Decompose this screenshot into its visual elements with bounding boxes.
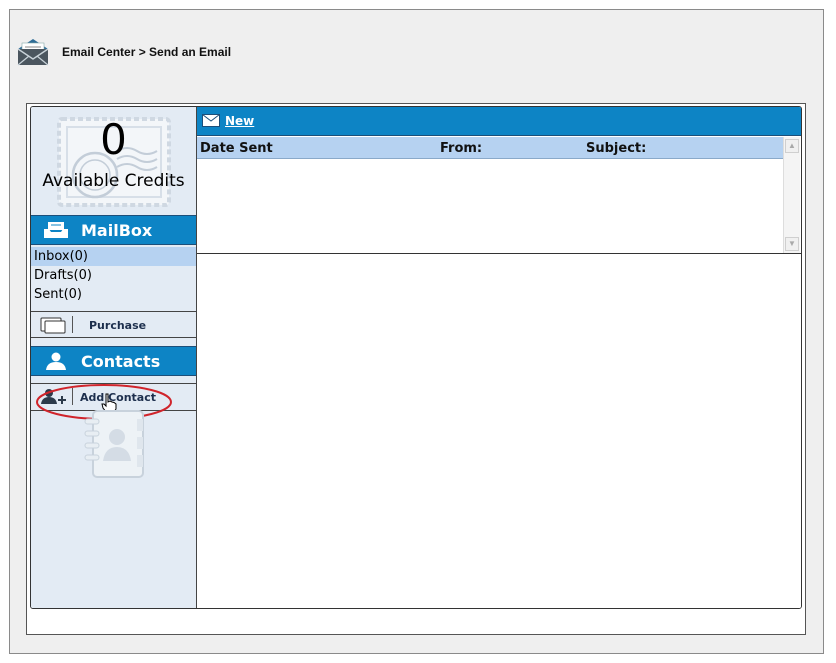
address-book-icon	[84, 410, 144, 478]
purchase-row[interactable]: Purchase	[31, 311, 196, 338]
inbox-tray-icon	[44, 222, 68, 238]
contacts-header: Contacts	[31, 346, 196, 376]
scroll-up-icon[interactable]: ▲	[785, 139, 799, 153]
envelope-icon[interactable]	[202, 114, 220, 127]
mailbox-header: MailBox	[31, 215, 196, 245]
credits-label: Available Credits	[42, 171, 185, 191]
contacts-title: Contacts	[81, 352, 161, 371]
email-list: Date Sent From: Subject: ▲ ▼	[197, 137, 801, 254]
message-preview-pane	[197, 254, 801, 608]
column-subject[interactable]: Subject:	[586, 141, 646, 156]
mailbox-item-inbox[interactable]: Inbox(0)	[31, 247, 196, 266]
column-date-sent[interactable]: Date Sent	[200, 141, 273, 156]
cards-icon	[40, 317, 66, 334]
person-icon	[46, 352, 66, 370]
purchase-button[interactable]: Purchase	[89, 319, 146, 332]
column-from[interactable]: From:	[440, 141, 482, 156]
mailbox-item-sent[interactable]: Sent(0)	[31, 285, 196, 304]
toolbar: New	[197, 107, 801, 136]
scroll-down-icon[interactable]: ▼	[785, 237, 799, 251]
new-email-link[interactable]: New	[225, 114, 254, 128]
message-area: New Date Sent From: Subject: ▲ ▼	[197, 107, 801, 608]
mailbox-title: MailBox	[81, 221, 153, 240]
sidebar: 0 Available Credits MailBox Inbox(0) Dra…	[31, 107, 197, 608]
email-envelope-icon	[17, 39, 49, 66]
mailbox-item-drafts[interactable]: Drafts(0)	[31, 266, 196, 285]
vertical-scrollbar[interactable]: ▲ ▼	[783, 137, 800, 253]
email-panel: 0 Available Credits MailBox Inbox(0) Dra…	[30, 106, 802, 609]
credits-count: 0	[100, 115, 127, 164]
mailbox-list: Inbox(0) Drafts(0) Sent(0)	[31, 247, 196, 304]
credits-panel: 0 Available Credits	[31, 107, 196, 216]
list-column-header: Date Sent From: Subject:	[197, 137, 783, 159]
page-title: Email Center > Send an Email	[62, 45, 232, 59]
divider	[72, 316, 73, 333]
